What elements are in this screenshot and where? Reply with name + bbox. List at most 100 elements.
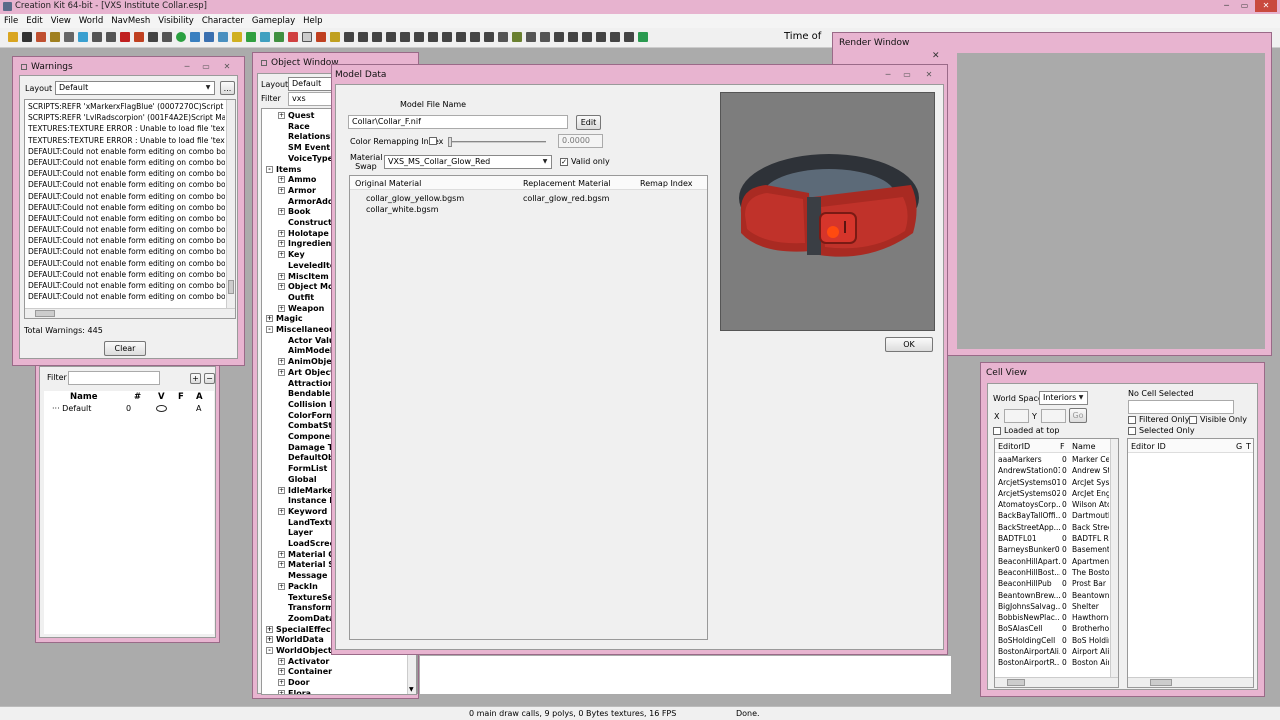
percent-icon[interactable] bbox=[162, 32, 172, 42]
header-editor-id[interactable]: EditorID bbox=[998, 442, 1030, 451]
connect-icon[interactable] bbox=[316, 32, 326, 42]
tree-item[interactable]: - Items bbox=[266, 164, 301, 175]
cell-row[interactable]: AtomatoysCorp... 0 Wilson Ato bbox=[995, 500, 1118, 511]
light-icon[interactable] bbox=[232, 32, 242, 42]
view10-icon[interactable] bbox=[470, 32, 480, 42]
stop-icon[interactable] bbox=[120, 32, 130, 42]
cell-row[interactable]: BoSAlasCell 0 Brotherhoo bbox=[995, 624, 1118, 635]
water-icon[interactable] bbox=[260, 32, 270, 42]
tree-item[interactable]: + Magic bbox=[266, 313, 303, 324]
render-viewport[interactable] bbox=[957, 53, 1265, 349]
cell-row[interactable]: BobbisNewPlac... 0 Hawthorne bbox=[995, 613, 1118, 624]
color-icon[interactable] bbox=[78, 32, 88, 42]
header-editor-id[interactable]: Editor ID bbox=[1131, 442, 1166, 451]
warning-row[interactable]: DEFAULT:Could not enable form editing on… bbox=[25, 224, 225, 235]
selected-only-checkbox[interactable]: Selected Only bbox=[1128, 426, 1195, 435]
color-remap-slider[interactable] bbox=[448, 137, 546, 147]
view8-icon[interactable] bbox=[442, 32, 452, 42]
cell-row[interactable]: BoSHoldingCell 0 BoS Holdin bbox=[995, 636, 1118, 647]
tree-item[interactable]: Race bbox=[278, 121, 310, 132]
tree-item[interactable]: + Ingredient bbox=[278, 238, 335, 249]
tree-item[interactable]: + IdleMarker bbox=[278, 485, 337, 496]
header-active[interactable]: A bbox=[196, 392, 203, 402]
tree-item[interactable]: Message bbox=[278, 570, 327, 581]
warning-row[interactable]: DEFAULT:Could not enable form editing on… bbox=[25, 179, 225, 190]
save-icon[interactable] bbox=[22, 32, 32, 42]
view5-icon[interactable] bbox=[400, 32, 410, 42]
warning-row[interactable]: SCRIPTS:REFR 'LvlRadscorpion' (001F4A2E)… bbox=[25, 112, 225, 123]
marker-icon[interactable] bbox=[246, 32, 256, 42]
close-button[interactable]: ✕ bbox=[920, 69, 938, 80]
grid-icon[interactable] bbox=[148, 32, 158, 42]
warning-row[interactable]: DEFAULT:Could not enable form editing on… bbox=[25, 280, 225, 291]
tree-item[interactable]: Outfit bbox=[278, 292, 314, 303]
tree-item[interactable]: + PackIn bbox=[278, 581, 318, 592]
tree-item[interactable]: + Activator bbox=[278, 656, 329, 667]
menu-view[interactable]: View bbox=[51, 16, 71, 26]
close-button[interactable]: ✕ bbox=[218, 61, 236, 72]
cam1-icon[interactable] bbox=[554, 32, 564, 42]
tree-item[interactable]: Transform bbox=[278, 602, 334, 613]
cell-row[interactable]: AndrewStation010 Andrew Sta bbox=[995, 466, 1118, 477]
minimize-button[interactable]: ─ bbox=[879, 69, 897, 80]
sky-icon[interactable] bbox=[288, 32, 298, 42]
vertical-scrollbar[interactable] bbox=[226, 100, 235, 308]
layers-filter-input[interactable] bbox=[68, 371, 160, 385]
paste-icon[interactable] bbox=[540, 32, 550, 42]
menu-navmesh[interactable]: NavMesh bbox=[111, 16, 150, 26]
cam4-icon[interactable] bbox=[596, 32, 606, 42]
expand-icon[interactable]: + bbox=[278, 582, 285, 590]
tree-item[interactable]: + Holotape bbox=[278, 228, 329, 239]
tree-item[interactable]: + Door bbox=[278, 677, 310, 688]
close-icon[interactable]: ✕ bbox=[932, 51, 940, 61]
warning-row[interactable]: DEFAULT:Could not enable form editing on… bbox=[25, 146, 225, 157]
cut-icon[interactable] bbox=[498, 32, 508, 42]
fog-icon[interactable] bbox=[330, 32, 340, 42]
horizontal-scrollbar[interactable] bbox=[995, 677, 1118, 687]
warning-row[interactable]: DEFAULT:Could not enable form editing on… bbox=[25, 202, 225, 213]
copy-icon[interactable] bbox=[526, 32, 536, 42]
expand-icon[interactable]: + bbox=[278, 283, 285, 291]
tree-item[interactable]: + Container bbox=[278, 666, 332, 677]
cell-list[interactable]: EditorID F Name aaaMarkers 0 Marker Cell An… bbox=[994, 438, 1119, 688]
header-visible[interactable]: V bbox=[158, 392, 165, 402]
collapse-icon[interactable]: - bbox=[266, 165, 273, 173]
cell-row[interactable]: BeantownBrew...0 Beantown I bbox=[995, 591, 1118, 602]
material-row[interactable]: collar_glow_yellow.bgsm collar_glow_red.… bbox=[350, 194, 707, 205]
navmesh-icon[interactable] bbox=[204, 32, 214, 42]
plugin-icon[interactable] bbox=[36, 32, 46, 42]
menu-gameplay[interactable]: Gameplay bbox=[252, 16, 295, 26]
ok-button[interactable]: OK bbox=[885, 337, 933, 352]
warning-row[interactable]: TEXTURES:TEXTURE ERROR : Unable to load … bbox=[25, 135, 225, 146]
header-g[interactable]: G bbox=[1236, 442, 1242, 451]
scrollbar-thumb[interactable] bbox=[1007, 679, 1025, 686]
layout-more-button[interactable]: ... bbox=[220, 81, 235, 95]
layout-dropdown[interactable]: Default ▼ bbox=[55, 81, 215, 95]
go-button[interactable]: Go bbox=[1069, 408, 1087, 423]
cell-row[interactable]: aaaMarkers 0 Marker Cell bbox=[995, 455, 1118, 466]
header-name[interactable]: Name bbox=[70, 392, 97, 402]
cell-row[interactable]: BostonAirportR...0 Boston Airp bbox=[995, 658, 1118, 669]
warning-row[interactable]: DEFAULT:Could not enable form editing on… bbox=[25, 269, 225, 280]
tree-item[interactable]: + Ammo bbox=[278, 174, 316, 185]
cam3-icon[interactable] bbox=[582, 32, 592, 42]
header-name[interactable]: Name bbox=[1072, 442, 1096, 451]
tree-item[interactable]: + Art Object bbox=[278, 367, 334, 378]
cam7-icon[interactable] bbox=[638, 32, 648, 42]
menu-visibility[interactable]: Visibility bbox=[158, 16, 194, 26]
tree-item[interactable]: Layer bbox=[278, 527, 313, 538]
x-coordinate-input[interactable] bbox=[1004, 409, 1029, 423]
layers-list[interactable]: Name # V F A ··· Default 0 A bbox=[44, 391, 214, 634]
menu-help[interactable]: Help bbox=[303, 16, 322, 26]
expand-icon[interactable]: + bbox=[278, 368, 285, 376]
layer-active[interactable]: A bbox=[196, 404, 201, 413]
clear-button[interactable]: Clear bbox=[104, 341, 146, 356]
cell-row[interactable]: ArcjetSystems01 0 ArcJet Syst bbox=[995, 478, 1118, 489]
expand-icon[interactable]: + bbox=[278, 550, 285, 558]
expand-icon[interactable]: + bbox=[266, 315, 273, 323]
remove-layer-button[interactable]: − bbox=[204, 373, 215, 384]
chevron-down-icon[interactable]: ▼ bbox=[409, 686, 414, 693]
menu-character[interactable]: Character bbox=[202, 16, 244, 26]
tree-item[interactable]: + Weapon bbox=[278, 303, 324, 314]
minimize-button[interactable]: ─ bbox=[1218, 1, 1235, 12]
